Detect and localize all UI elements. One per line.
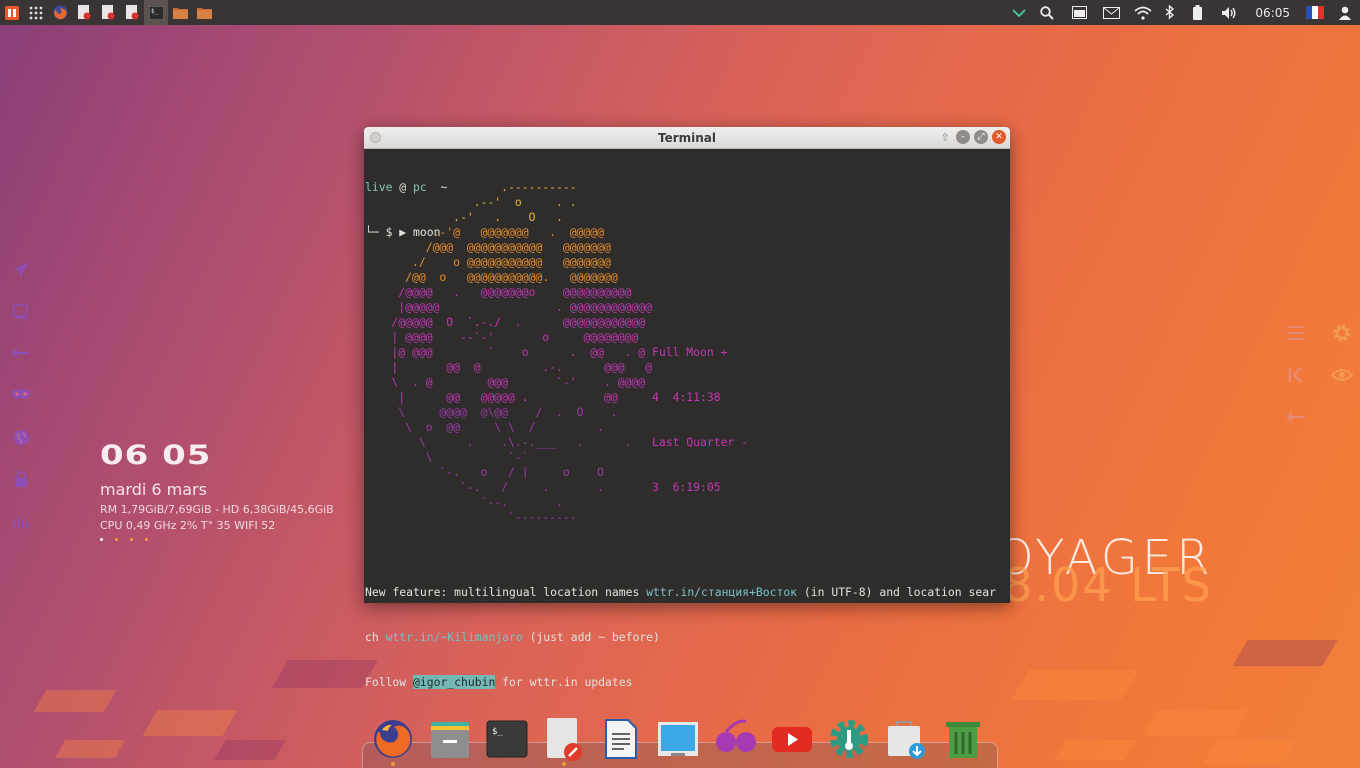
conky-date: mardi 6 mars xyxy=(100,480,207,499)
eye-icon[interactable] xyxy=(1330,363,1354,387)
top-panel: $_ 06:05 xyxy=(0,0,1360,25)
conky-widget: 06 05 mardi 6 mars RM 1,79GiB/7,69GiB - … xyxy=(100,440,334,541)
moon-art-line: .--' o . . xyxy=(364,195,577,209)
window-icon[interactable] xyxy=(1063,0,1095,25)
conky-dots xyxy=(100,538,334,541)
moon-art-line: \ . @ @@@ `-' . @@@@ xyxy=(364,375,646,389)
moon-art-line: /@@ o @@@@@@@@@@@. @@@@@@@ xyxy=(364,270,618,284)
twitter-handle[interactable]: @igor_chubin xyxy=(413,675,496,689)
airplane-icon[interactable] xyxy=(10,248,32,290)
skip-back-icon[interactable] xyxy=(1284,363,1308,387)
shade-button[interactable]: ⇧ xyxy=(938,130,952,144)
svg-text:$_: $_ xyxy=(492,727,503,737)
moon-art-line: \ @@@@ @\@@ / . O . xyxy=(364,405,618,419)
youtube-icon[interactable] xyxy=(771,716,813,762)
minimize-button[interactable]: – xyxy=(956,130,970,144)
bluetooth-icon[interactable] xyxy=(1159,0,1181,25)
moon-art-line: |@@@@@ . @@@@@@@@@@@@ xyxy=(364,300,653,314)
right-dock xyxy=(1284,312,1354,438)
moon-art-line: `-. / . . xyxy=(364,480,605,494)
link-text[interactable]: wttr.in/станция+Восток xyxy=(646,585,797,599)
moon-art-line: \ `-` xyxy=(364,450,529,464)
moon-art-line: \ . .\.-.___ . . xyxy=(364,435,632,449)
battery-icon[interactable] xyxy=(1181,0,1213,25)
files-icon[interactable] xyxy=(429,716,471,762)
moon-info-line: Last Quarter - xyxy=(652,435,749,449)
chevron-down-icon[interactable] xyxy=(1007,0,1031,25)
moon-info-line: 4 4:11:38 xyxy=(652,390,721,404)
moon-info-line: Full Moon + xyxy=(652,345,728,359)
moon-ascii-art: .---------- .--' o . . .-' . O . .-'@ @@… xyxy=(364,180,652,525)
maximize-button[interactable]: ⤢ xyxy=(974,130,988,144)
writer-icon[interactable] xyxy=(600,716,642,762)
note-icon[interactable] xyxy=(10,290,32,332)
conky-time: 06 05 xyxy=(100,440,212,472)
menu-icon[interactable] xyxy=(1284,321,1308,345)
mask-icon[interactable] xyxy=(10,374,32,416)
panel-clock[interactable]: 06:05 xyxy=(1245,6,1300,20)
user-icon[interactable] xyxy=(1330,0,1360,25)
app-menu-icon[interactable] xyxy=(0,0,24,25)
link-text[interactable]: wttr.in/~Kilimanjaro xyxy=(386,630,523,644)
mail-icon[interactable] xyxy=(1095,0,1127,25)
arrow-left-icon[interactable] xyxy=(1284,405,1308,429)
moon-art-line: |@ @@@ ` o . @@ . @ xyxy=(364,345,646,359)
moon-art-line: ./ o @@@@@@@@@@@ @@@@@@@ xyxy=(364,255,611,269)
doc-editor-icon[interactable] xyxy=(120,0,144,25)
moon-art-line: /@@@@ . @@@@@@@o @@@@@@@@@@ xyxy=(364,285,632,299)
moon-art-line: .---------- xyxy=(364,180,577,194)
moon-art-line: `--. . xyxy=(364,495,563,509)
gear-icon[interactable] xyxy=(1330,321,1354,345)
firefox-icon[interactable] xyxy=(372,716,414,766)
moon-art-line: `--------- xyxy=(364,510,577,524)
moon-info-line: 3 6:19:05 xyxy=(652,480,721,494)
lock-icon[interactable] xyxy=(10,458,32,500)
chart-icon[interactable] xyxy=(10,500,32,542)
search-icon[interactable] xyxy=(1031,0,1063,25)
bottom-dock: $_ xyxy=(362,714,998,768)
moon-phase-info: Full Moon + 4 4:11:38 Last Quarter - 3 6… xyxy=(652,315,748,510)
folder-icon[interactable] xyxy=(192,0,216,25)
moon-art-line: /@@@ @@@@@@@@@@@ @@@@@@@ xyxy=(364,240,611,254)
parole-icon[interactable] xyxy=(714,716,756,762)
svg-text:$_: $_ xyxy=(151,8,159,15)
installer-icon[interactable] xyxy=(885,716,927,762)
moon-art-line: .-' . O . xyxy=(364,210,563,224)
terminal-icon[interactable]: $_ xyxy=(486,716,528,762)
moon-art-line: \ o @@ \ \ / . xyxy=(364,420,605,434)
window-menu-button[interactable] xyxy=(370,132,381,143)
wifi-icon[interactable] xyxy=(1127,0,1159,25)
volume-icon[interactable] xyxy=(1213,0,1245,25)
terminal-footer: New feature: multilingual location names… xyxy=(365,585,996,689)
settings-icon[interactable] xyxy=(828,716,870,762)
arrow-left-icon[interactable] xyxy=(10,332,32,374)
moon-art-line: | @@@@ --`-' o @@@@@@@@ xyxy=(364,330,639,344)
moon-art-line: /@@@@@ O `.-./ . @@@@@@@@@@@@ xyxy=(364,315,646,329)
moon-art-line: .-'@ @@@@@@@ . @@@@@ xyxy=(364,225,605,239)
conky-stats-ram: RM 1,79GiB/7,69GiB - HD 6,38GiB/45,6GiB xyxy=(100,503,334,516)
terminal-title: Terminal xyxy=(657,130,717,145)
flag-fr-icon[interactable] xyxy=(1300,0,1330,25)
left-dock xyxy=(10,248,32,542)
apps-grid-icon[interactable] xyxy=(24,0,48,25)
firefox-icon[interactable] xyxy=(48,0,72,25)
text-editor-icon[interactable] xyxy=(543,716,585,766)
moon-art-line: | @@ @ .-. @@@ @ xyxy=(364,360,653,374)
trash-icon[interactable] xyxy=(942,716,984,762)
desktop-icon[interactable] xyxy=(657,716,699,762)
terminal-icon[interactable]: $_ xyxy=(144,0,168,25)
conky-stats-cpu: CPU 0,49 GHz 2% T° 35 WIFI 52 xyxy=(100,519,276,532)
folder-icon[interactable] xyxy=(168,0,192,25)
moon-art-line: `-. o / | o O xyxy=(364,465,605,479)
globe-icon[interactable] xyxy=(10,416,32,458)
doc-editor-icon[interactable] xyxy=(72,0,96,25)
terminal-titlebar[interactable]: Terminal ⇧ – ⤢ ✕ xyxy=(364,127,1010,149)
doc-editor-icon[interactable] xyxy=(96,0,120,25)
close-button[interactable]: ✕ xyxy=(992,130,1006,144)
moon-art-line: | @@ @@@@@ . @@ xyxy=(364,390,618,404)
